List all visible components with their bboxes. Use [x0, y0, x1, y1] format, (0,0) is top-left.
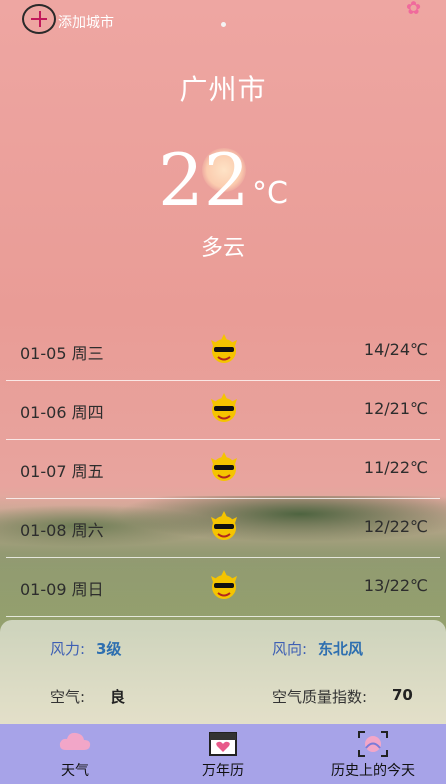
aqi-value: 70	[392, 686, 413, 704]
tab-history[interactable]: 历史上的今天	[310, 724, 436, 784]
wind-direction-label: 风向:	[272, 640, 308, 658]
add-city-label[interactable]: 添加城市	[58, 12, 114, 32]
forecast-list: 01-05 周三 14/24℃ 01-06 周四 12/21℃ 01-07 周五…	[0, 322, 446, 617]
history-icon	[358, 731, 388, 757]
flower-icon[interactable]: ✿	[406, 0, 426, 18]
tab-calendar[interactable]: 万年历	[178, 724, 268, 784]
forecast-row[interactable]: 01-07 周五 11/22℃	[6, 440, 440, 499]
weather-condition: 多云	[200, 236, 245, 261]
cloud-icon	[59, 732, 91, 750]
forecast-row[interactable]: 01-05 周三 14/24℃	[6, 322, 440, 381]
forecast-date: 01-06 周四	[20, 403, 104, 422]
forecast-date: 01-08 周六	[20, 521, 104, 540]
tab-weather-label: 天气	[61, 763, 89, 779]
wind-force-value: 3级	[96, 640, 122, 658]
forecast-row[interactable]: 01-09 周日 13/22℃	[6, 558, 440, 617]
sunny-sunglasses-icon	[211, 393, 237, 422]
forecast-date: 01-09 周日	[20, 580, 104, 599]
forecast-row[interactable]: 01-06 周四 12/21℃	[6, 381, 440, 440]
details-panel: 风力: 3级 风向: 东北风 空气: 良 空气质量指数: 70	[0, 620, 446, 724]
forecast-range: 14/24℃	[363, 340, 428, 359]
tab-calendar-label: 万年历	[202, 763, 244, 779]
temperature-unit: °C	[252, 176, 288, 211]
sunny-sunglasses-icon	[211, 334, 237, 363]
wind-direction-value: 东北风	[318, 640, 364, 658]
forecast-range: 12/22℃	[363, 517, 428, 536]
bottom-tab-bar: 天气 万年历 历史上的今天	[0, 724, 446, 784]
wind-force-label: 风力:	[50, 640, 86, 658]
tab-weather[interactable]: 天气	[30, 724, 120, 784]
aqi-label: 空气质量指数:	[272, 688, 368, 706]
forecast-range: 12/21℃	[363, 399, 428, 418]
forecast-row[interactable]: 01-08 周六 12/22℃	[6, 499, 440, 558]
top-bar: 添加城市 ✿	[0, 0, 446, 40]
sunny-sunglasses-icon	[211, 511, 237, 540]
air-label: 空气:	[50, 688, 86, 706]
sunny-sunglasses-icon	[211, 452, 237, 481]
add-city-button[interactable]	[22, 4, 56, 34]
tab-history-label: 历史上的今天	[331, 763, 415, 779]
forecast-range: 13/22℃	[363, 576, 428, 595]
calendar-icon	[209, 732, 237, 756]
forecast-date: 01-05 周三	[20, 344, 104, 363]
city-name: 广州市	[179, 73, 267, 106]
forecast-date: 01-07 周五	[20, 462, 104, 481]
forecast-range: 11/22℃	[363, 458, 428, 477]
page-indicator-dot	[221, 22, 226, 27]
sunny-sunglasses-icon	[211, 570, 237, 599]
air-value: 良	[110, 688, 126, 706]
current-temperature: 22	[158, 138, 250, 222]
